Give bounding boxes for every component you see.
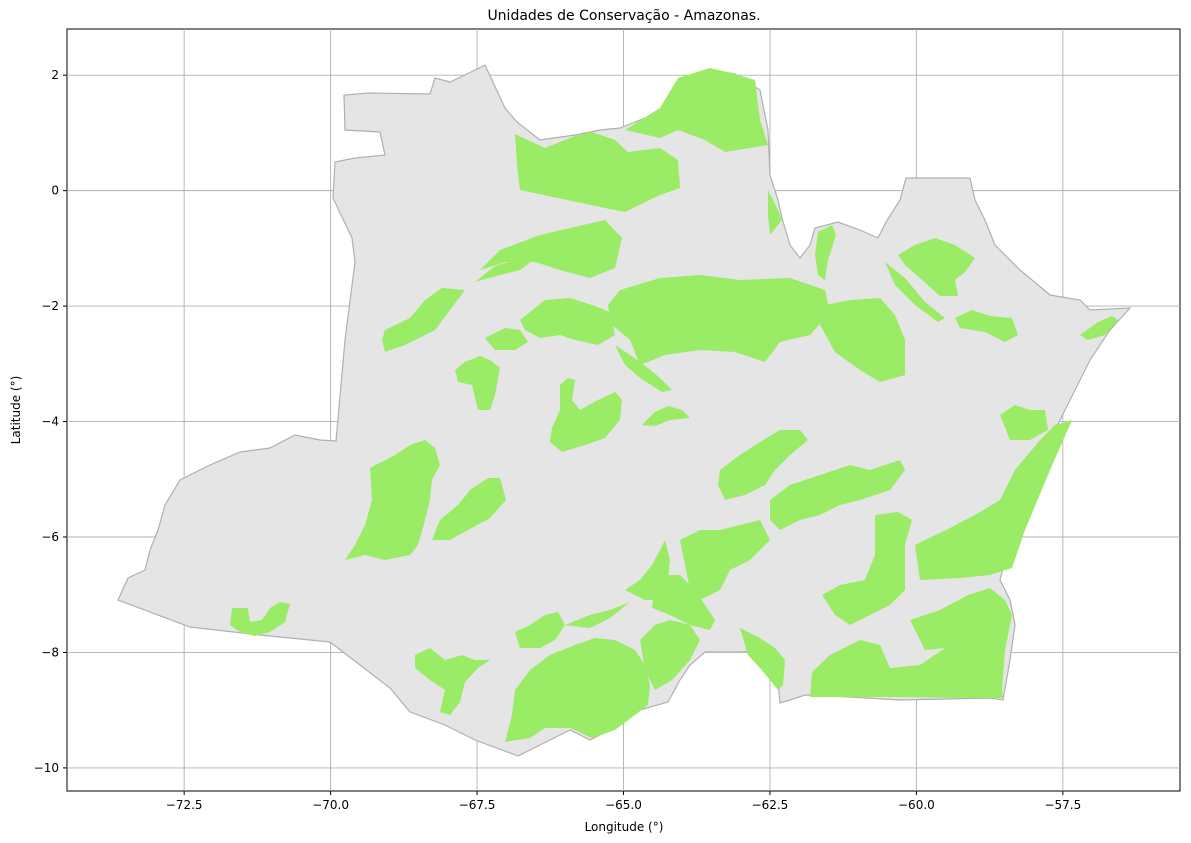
x-tick-label: −60.0 xyxy=(898,798,935,812)
y-tick-label: −2 xyxy=(41,299,59,313)
y-tick-label: 0 xyxy=(51,184,59,198)
x-tick-label: −72.5 xyxy=(166,798,203,812)
x-tick-label: −65.0 xyxy=(605,798,642,812)
y-axis-label: Latitude (°) xyxy=(9,376,23,445)
y-tick-label: −4 xyxy=(41,415,59,429)
y-tick-label: −10 xyxy=(34,761,59,775)
x-axis-ticks: −72.5 −70.0 −67.5 −65.0 −62.5 −60.0 −57.5 xyxy=(166,791,1081,812)
x-tick-label: −57.5 xyxy=(1044,798,1081,812)
x-tick-label: −70.0 xyxy=(312,798,349,812)
x-tick-label: −67.5 xyxy=(459,798,496,812)
x-tick-label: −62.5 xyxy=(752,798,789,812)
y-axis-ticks: 2 0 −2 −4 −6 −8 −10 xyxy=(34,68,67,775)
y-tick-label: −8 xyxy=(41,645,59,659)
chart-title: Unidades de Conservação - Amazonas. xyxy=(487,8,760,24)
map-figure: Unidades de Conservação - Amazonas. −72.… xyxy=(9,8,1181,834)
y-tick-label: −6 xyxy=(41,530,59,544)
x-axis-label: Longitude (°) xyxy=(585,820,664,834)
y-tick-label: 2 xyxy=(51,68,59,82)
